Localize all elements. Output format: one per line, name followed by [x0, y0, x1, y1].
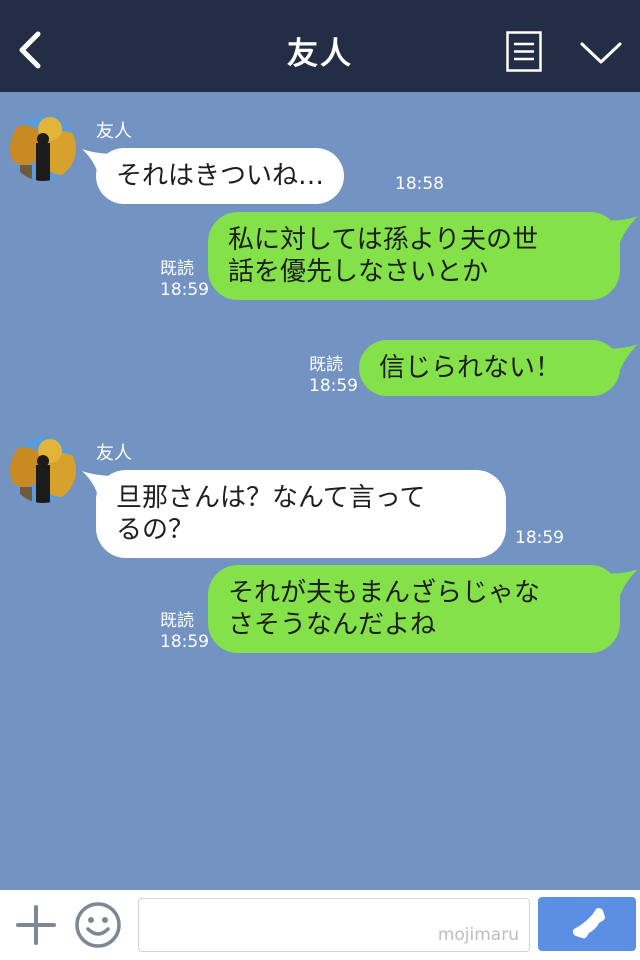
message-bubble-outgoing[interactable]: 信じられない！	[359, 340, 620, 396]
phone-icon	[572, 907, 605, 939]
bubble-tail	[600, 569, 638, 595]
smiley-icon[interactable]	[74, 901, 122, 949]
message-text: 旦那さんは？なんて言って るの？	[116, 483, 426, 545]
message-time: 18:58	[395, 174, 444, 194]
message-time: 18:59	[515, 528, 564, 548]
avatar-photo	[10, 437, 76, 503]
message-meta: 既読 18:59	[309, 355, 358, 397]
message-meta: 既読 18:59	[160, 259, 209, 301]
read-receipt: 既読	[160, 611, 194, 631]
read-receipt: 既読	[160, 259, 194, 279]
message-bubble-incoming[interactable]: 旦那さんは？なんて言って るの？	[96, 470, 506, 558]
read-receipt: 既読	[309, 355, 343, 375]
chat-area[interactable]: 友人 それはきついね… 18:58 既読 18:59 私に対しては孫より夫の世 …	[0, 92, 640, 890]
message-meta: 既読 18:59	[160, 611, 209, 653]
plus-icon[interactable]	[14, 903, 58, 947]
bubble-tail	[600, 216, 638, 242]
message-bubble-outgoing[interactable]: それが夫もまんざらじゃな さそうなんだよね	[208, 565, 620, 653]
menu-lines-icon[interactable]	[506, 31, 542, 72]
watermark-text: mojimaru	[437, 925, 519, 945]
message-time: 18:59	[309, 376, 358, 396]
chevron-down-icon[interactable]	[578, 38, 624, 66]
call-button[interactable]	[538, 897, 636, 951]
message-text: それが夫もまんざらじゃな さそうなんだよね	[228, 578, 541, 640]
message-text: 私に対しては孫より夫の世 話を優先しなさいとか	[228, 225, 539, 287]
avatar[interactable]	[10, 115, 76, 181]
message-bubble-incoming[interactable]: それはきついね…	[96, 148, 345, 204]
chat-title: 友人	[287, 36, 353, 72]
message-text: それはきついね…	[116, 161, 325, 191]
message-time: 18:59	[160, 632, 209, 652]
bubble-tail	[600, 344, 638, 370]
chat-header: 友人	[0, 0, 640, 92]
message-text: 信じられない！	[379, 353, 562, 383]
sender-name: 友人	[96, 443, 132, 464]
message-input[interactable]: mojimaru	[138, 898, 530, 952]
avatar[interactable]	[10, 437, 76, 503]
message-bubble-outgoing[interactable]: 私に対しては孫より夫の世 話を優先しなさいとか	[208, 212, 620, 300]
sender-name: 友人	[96, 121, 132, 142]
avatar-photo	[10, 115, 76, 181]
message-time: 18:59	[160, 280, 209, 300]
